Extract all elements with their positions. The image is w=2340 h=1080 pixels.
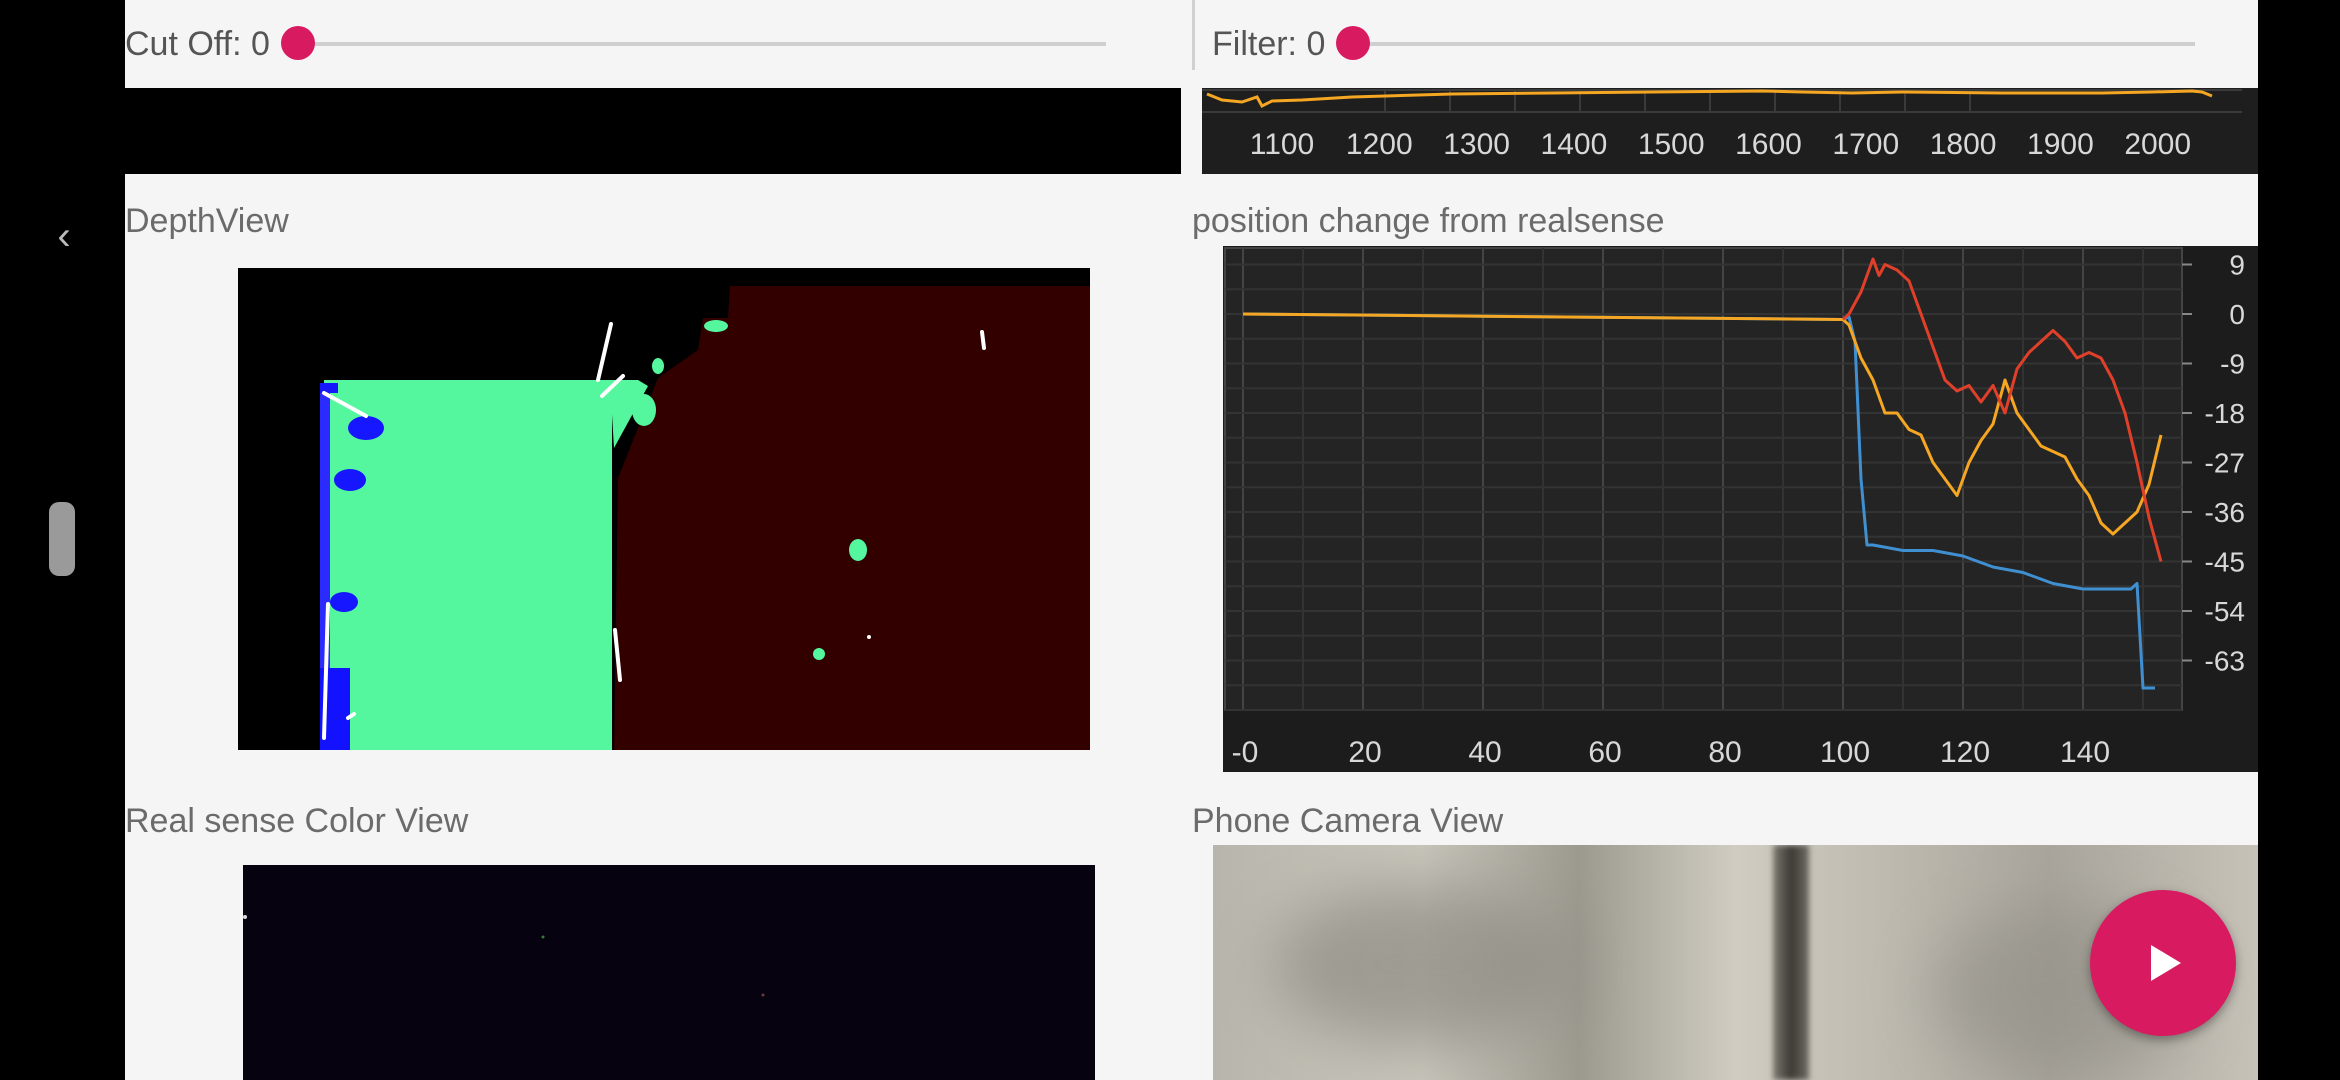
y-tick-label: -45: [2205, 547, 2245, 578]
filter-slider[interactable]: [1336, 26, 2196, 60]
chevron-left-icon[interactable]: ‹: [44, 216, 84, 256]
top-chart-x-tick: 1300: [1443, 128, 1510, 161]
top-chart-x-tick: 1600: [1735, 128, 1802, 161]
right-rail: [2258, 0, 2340, 1080]
top-chart-x-tick: 1100: [1250, 128, 1315, 161]
y-tick-label: -54: [2205, 596, 2245, 627]
filter-label: Filter: 0: [1212, 24, 1326, 63]
top-chart-x-tick: 1900: [2027, 128, 2094, 161]
top-chart-x-tick: 1400: [1541, 128, 1608, 161]
filter-slider-row: Filter: 0: [1212, 0, 2196, 88]
main-content: Cut Off: 0 Filter: 0 1100 1200 1300 1400 150…: [125, 0, 2258, 1080]
x-tick-label: 20: [1348, 736, 1381, 769]
x-tick-label: 80: [1708, 736, 1741, 769]
top-chart-x-tick: 1800: [1930, 128, 1997, 161]
x-tick-label: 100: [1820, 736, 1870, 769]
phone-camera-title: Phone Camera View: [1192, 802, 1504, 840]
scroll-handle[interactable]: [49, 502, 75, 576]
y-tick-label: 0: [2229, 299, 2245, 330]
position-chart: 9 0 -9 -18 -27 -36 -45 -54 -63 -0 20 40 60 80 100 120 1…: [1223, 246, 2258, 772]
top-chart-x-tick: 2000: [2124, 128, 2191, 161]
x-tick-label: 40: [1468, 736, 1501, 769]
realsense-color-image: [243, 865, 1095, 1080]
camera-blur-shape: [1273, 885, 1573, 1045]
realsense-color-svg: [243, 915, 765, 997]
top-chart-x-tick: 1700: [1832, 128, 1899, 161]
x-tick-label: 140: [2060, 736, 2110, 769]
cutoff-slider-thumb[interactable]: [280, 26, 315, 60]
left-rail: ‹: [0, 0, 125, 1080]
position-chart-svg: 9 0 -9 -18 -27 -36 -45 -54 -63 -0 20 40 60 80 100 120 1…: [1223, 246, 2258, 772]
cutoff-slider[interactable]: [280, 26, 1106, 60]
y-tick-label: -9: [2220, 349, 2245, 380]
image-view-strip: [125, 88, 1181, 174]
top-chart-x-tick: 1500: [1638, 128, 1705, 161]
play-icon: [2151, 945, 2181, 981]
slider-divider: [1192, 0, 1195, 70]
y-tick-label: 9: [2229, 250, 2245, 281]
x-tick-label: 120: [1940, 736, 1990, 769]
top-chart-x-tick: 1200: [1346, 128, 1413, 161]
realsense-color-title: Real sense Color View: [125, 802, 469, 840]
top-chart: 1100 1200 1300 1400 1500 1600 1700 1800 1900 2000: [1202, 88, 2258, 174]
y-tick-label: -63: [2205, 646, 2245, 677]
x-tick-label: -0: [1232, 736, 1259, 769]
y-tick-label: -36: [2205, 497, 2245, 528]
y-tick-label: -18: [2205, 398, 2245, 429]
depth-map-svg: [238, 268, 1090, 750]
camera-pole-shape: [1773, 845, 1809, 1080]
position-chart-title: position change from realsense: [1192, 202, 1665, 240]
depth-view-image: [238, 268, 1090, 750]
x-tick-label: 60: [1588, 736, 1621, 769]
depth-view-title: DepthView: [125, 202, 289, 240]
cutoff-slider-row: Cut Off: 0: [125, 0, 1106, 88]
cutoff-label: Cut Off: 0: [125, 24, 270, 63]
play-button[interactable]: [2090, 890, 2236, 1036]
y-tick-label: -27: [2205, 448, 2245, 479]
top-chart-svg: 1100 1200 1300 1400 1500 1600 1700 1800 1900 2000: [1202, 89, 2242, 161]
filter-slider-thumb[interactable]: [1336, 26, 1371, 60]
